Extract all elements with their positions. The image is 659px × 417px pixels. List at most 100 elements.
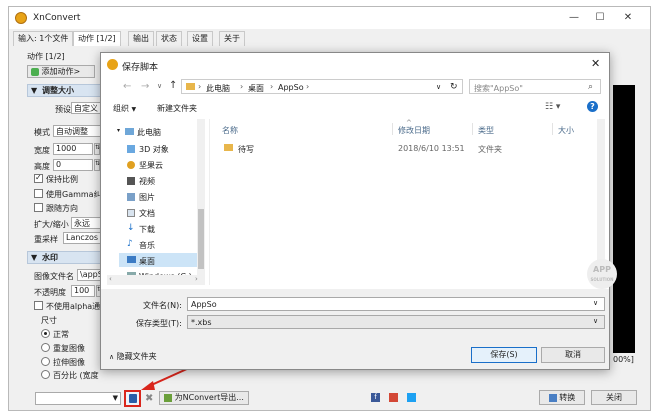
maximize-icon[interactable]: ☐	[589, 10, 611, 26]
watermark-section-header[interactable]: ▼ 水印	[27, 251, 107, 264]
address-bar[interactable]: › 此电脑 › 桌面 › AppSo › ∨ ↻	[181, 79, 463, 94]
column-date[interactable]: 修改日期	[398, 125, 430, 136]
column-type[interactable]: 类型	[478, 125, 494, 136]
resample-select[interactable]: Lanczos	[63, 232, 105, 244]
chevron-down-icon: ∨	[593, 317, 599, 325]
close-button[interactable]: 关闭	[591, 390, 637, 405]
facebook-icon[interactable]: f	[371, 393, 380, 402]
script-select[interactable]: ▼	[35, 392, 121, 405]
up-arrow-icon[interactable]: ↑	[169, 80, 177, 91]
nav-item-music[interactable]: 音乐	[139, 240, 155, 251]
nav-item-videos[interactable]: 视频	[139, 176, 155, 187]
resize-section-header[interactable]: ▼ 调整大小	[27, 84, 107, 97]
expand-icon[interactable]: ▾	[117, 127, 120, 134]
forward-arrow-icon[interactable]: →	[141, 81, 149, 92]
collapse-icon: ▼	[31, 253, 38, 262]
logo-line-1: APP	[593, 265, 611, 274]
follow-direction-checkbox[interactable]	[34, 203, 43, 212]
size-stretch-radio[interactable]	[41, 357, 50, 366]
filename-input[interactable]: AppSo ∨	[187, 297, 605, 311]
size-label: 尺寸	[41, 316, 57, 325]
resample-label: 重采样	[34, 235, 58, 244]
breadcrumb-separator: ›	[240, 82, 244, 91]
downloads-icon: ↓	[127, 223, 135, 233]
nav-item-3d-objects[interactable]: 3D 对象	[139, 144, 169, 155]
convert-button[interactable]: 转换	[539, 390, 585, 405]
opacity-label: 不透明度	[34, 288, 66, 297]
logo-line-2: SOLUTION	[590, 277, 614, 282]
filetype-select[interactable]: *.xbs ∨	[187, 315, 605, 329]
height-input[interactable]: 0	[53, 159, 93, 171]
nav-item-downloads[interactable]: 下载	[139, 224, 155, 235]
breadcrumb-desktop[interactable]: 桌面	[248, 83, 264, 94]
refresh-icon[interactable]: ↻	[450, 82, 458, 92]
organize-label: 组织	[113, 104, 129, 113]
size-stretch-label: 拉伸图像	[53, 358, 85, 367]
dialog-app-icon	[107, 59, 118, 70]
folder-icon	[224, 144, 233, 151]
size-percent-radio[interactable]	[41, 370, 50, 379]
dialog-close-icon[interactable]: ✕	[591, 57, 600, 70]
organize-button[interactable]: 组织 ▼	[113, 103, 136, 114]
new-folder-button[interactable]: 新建文件夹	[157, 103, 197, 114]
no-alpha-label: 不使用alpha通道	[46, 302, 109, 311]
scroll-left-icon[interactable]: ‹	[109, 275, 112, 283]
nav-scrollbar[interactable]	[197, 119, 205, 285]
close-window-icon[interactable]: ✕	[617, 10, 639, 26]
filetype-label: 保存类型(T):	[136, 319, 182, 328]
chevron-down-icon: ▼	[131, 106, 137, 113]
dialog-title: 保存脚本	[122, 63, 159, 73]
breadcrumb-this-pc[interactable]: 此电脑	[206, 83, 230, 94]
back-arrow-icon[interactable]: ←	[123, 81, 131, 92]
tab-settings[interactable]: 设置	[187, 31, 213, 46]
search-icon[interactable]: ⌕	[588, 82, 593, 92]
width-input[interactable]: 1000	[53, 143, 93, 155]
file-list: ^ 名称 修改日期 类型 大小 待写 2018/6/10 13:51 文件夹	[209, 119, 605, 285]
column-name[interactable]: 名称	[222, 125, 238, 136]
tab-input[interactable]: 输入: 1个文件	[13, 31, 74, 46]
opacity-input[interactable]: 100	[71, 285, 95, 297]
nav-scrollbar-thumb[interactable]	[198, 209, 204, 269]
nav-item-this-pc[interactable]: 此电脑	[137, 127, 161, 138]
view-options-icon[interactable]: ☷ ▾	[545, 102, 560, 112]
search-box[interactable]: 搜索"AppSo" ⌕	[469, 79, 601, 94]
cancel-button[interactable]: 取消	[541, 347, 605, 363]
nav-item-pictures[interactable]: 图片	[139, 192, 155, 203]
nav-item-documents[interactable]: 文档	[139, 208, 155, 219]
no-alpha-checkbox[interactable]	[34, 301, 43, 310]
nav-item-jianguoyun[interactable]: 坚果云	[139, 160, 163, 171]
tab-output[interactable]: 输出	[128, 31, 154, 46]
table-row[interactable]: 待写 2018/6/10 13:51 文件夹	[214, 141, 594, 155]
size-normal-radio[interactable]	[41, 329, 50, 338]
tab-about[interactable]: 关于	[219, 31, 245, 46]
help-icon[interactable]: ?	[587, 101, 598, 112]
breadcrumb-appso[interactable]: AppSo	[278, 83, 304, 92]
floppy-disk-icon	[129, 394, 137, 403]
progress-text: 00%]	[613, 355, 634, 364]
breadcrumb-separator: ›	[306, 82, 310, 91]
save-button[interactable]: 保存(S)	[471, 347, 537, 363]
size-repeat-radio[interactable]	[41, 343, 50, 352]
add-action-button[interactable]: 添加动作>	[27, 65, 95, 78]
google-plus-icon[interactable]	[389, 393, 398, 402]
tab-actions[interactable]: 动作 [1/2]	[73, 31, 121, 46]
chevron-down-icon: ▼	[112, 394, 118, 402]
use-gamma-checkbox[interactable]	[34, 189, 43, 198]
column-size[interactable]: 大小	[558, 125, 574, 136]
chevron-down-icon[interactable]: ∨	[436, 83, 441, 91]
nav-item-desktop[interactable]: 桌面	[139, 256, 155, 267]
desktop-icon	[127, 256, 136, 263]
twitter-icon[interactable]	[407, 393, 416, 402]
tab-status[interactable]: 状态	[156, 31, 182, 46]
follow-direction-label: 跟随方向	[46, 204, 78, 213]
scroll-right-icon[interactable]: ›	[195, 275, 198, 283]
mode-select[interactable]: 自动调整	[53, 125, 105, 137]
minimize-icon[interactable]: —	[563, 10, 585, 26]
add-action-label: 添加动作>	[41, 67, 81, 76]
history-dropdown-icon[interactable]: ∨	[157, 82, 162, 90]
hide-folders-toggle[interactable]: ∧ 隐藏文件夹	[109, 351, 157, 362]
nav-hscrollbar[interactable]: ‹ ›	[107, 275, 205, 285]
search-input[interactable]: 搜索"AppSo"	[474, 83, 523, 94]
keep-ratio-checkbox[interactable]: ✓	[34, 173, 43, 183]
size-normal-label: 正常	[53, 330, 69, 339]
